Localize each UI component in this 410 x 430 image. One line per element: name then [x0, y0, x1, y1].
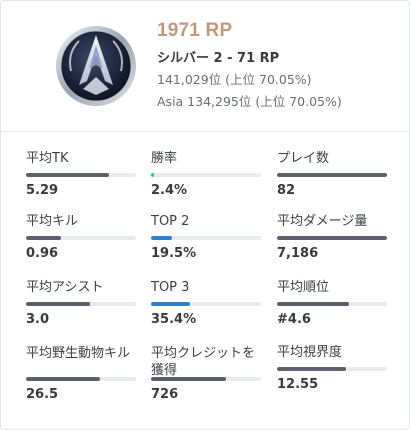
stat-bar-fill [277, 236, 387, 240]
stat-label: 平均TK [26, 151, 69, 166]
stat-bar [26, 173, 136, 177]
stat-label: 平均順位 [277, 280, 330, 295]
stat-label: 平均野生動物キル [26, 346, 131, 361]
stat-bar-fill [151, 173, 154, 177]
stat-value: 82 [277, 183, 296, 198]
stat-avg-placement: 平均順位 #4.6 [277, 280, 387, 342]
stat-value: 726 [151, 387, 179, 402]
stat-label: 平均アシスト [26, 280, 104, 295]
stat-label: TOP 2 [151, 214, 190, 229]
stat-bar [277, 173, 387, 177]
stats-grid: 平均TK 5.29 勝率 2.4% プレイ数 82 平均キル 0.96 TOP 2 19.5% 平均… [1, 132, 409, 430]
global-rank: 141,029位 (上位 70.05%) [157, 72, 312, 87]
stat-bar-fill [277, 367, 346, 371]
stat-bar-fill [26, 173, 109, 177]
stat-label: 平均キル [26, 214, 79, 229]
stat-bar-fill [26, 377, 100, 381]
stat-bar-fill [277, 302, 349, 306]
region-rank: Asia 134,295位 (上位 70.05%) [157, 94, 342, 109]
stat-label: プレイ数 [277, 151, 330, 166]
stat-bar [151, 377, 261, 381]
stat-bar-fill [151, 377, 226, 381]
stat-bar-fill [151, 236, 172, 240]
stat-avg-tk: 平均TK 5.29 [26, 151, 136, 213]
stat-bar-fill [277, 173, 387, 177]
stat-value: 26.5 [26, 387, 59, 402]
stat-bar-fill [26, 236, 61, 240]
stat-value: 7,186 [277, 246, 319, 261]
stat-bar [277, 302, 387, 306]
tier-label: シルバー 2 - 71 RP [157, 51, 280, 66]
stat-label: TOP 3 [151, 280, 190, 295]
stat-label: 平均クレジットを獲得 [151, 346, 256, 378]
stat-avg-wildlife-kills: 平均野生動物キル 26.5 [26, 345, 136, 407]
stat-bar [151, 173, 261, 177]
player-rank-card: 1971 RP シルバー 2 - 71 RP 141,029位 (上位 70.0… [0, 0, 410, 430]
stat-play-count: プレイ数 82 [277, 151, 387, 213]
stat-bar-fill [26, 302, 90, 306]
stat-bar [26, 236, 136, 240]
stat-avg-assists: 平均アシスト 3.0 [26, 280, 136, 342]
stat-top2: TOP 2 19.5% [151, 214, 261, 276]
stat-avg-damage: 平均ダメージ量 7,186 [277, 214, 387, 276]
stat-avg-vision: 平均視界度 12.55 [277, 345, 387, 407]
stat-value: #4.6 [277, 312, 311, 327]
silver-tier-emblem-icon [56, 26, 136, 106]
stat-avg-kills: 平均キル 0.96 [26, 214, 136, 276]
stat-label: 平均ダメージ量 [277, 214, 368, 229]
stat-value: 35.4% [151, 312, 197, 327]
rp-value: 1971 RP [157, 20, 233, 41]
stat-label: 勝率 [151, 151, 178, 166]
stat-label: 平均視界度 [277, 345, 343, 360]
stat-bar [151, 236, 261, 240]
stat-bar [151, 302, 261, 306]
stat-value: 5.29 [26, 183, 59, 198]
stat-bar [26, 302, 136, 306]
rank-header: 1971 RP シルバー 2 - 71 RP 141,029位 (上位 70.0… [1, 1, 409, 131]
stat-value: 3.0 [26, 312, 50, 327]
stat-bar [277, 236, 387, 240]
stat-value: 2.4% [151, 183, 188, 198]
stat-value: 12.55 [277, 377, 319, 392]
stat-avg-credits: 平均クレジットを獲得 726 [151, 345, 261, 407]
stat-bar [26, 377, 136, 381]
stat-value: 0.96 [26, 246, 59, 261]
stat-bar [277, 367, 387, 371]
stat-win-rate: 勝率 2.4% [151, 151, 261, 213]
stat-value: 19.5% [151, 246, 197, 261]
stat-bar-fill [151, 302, 190, 306]
stat-top3: TOP 3 35.4% [151, 280, 261, 342]
